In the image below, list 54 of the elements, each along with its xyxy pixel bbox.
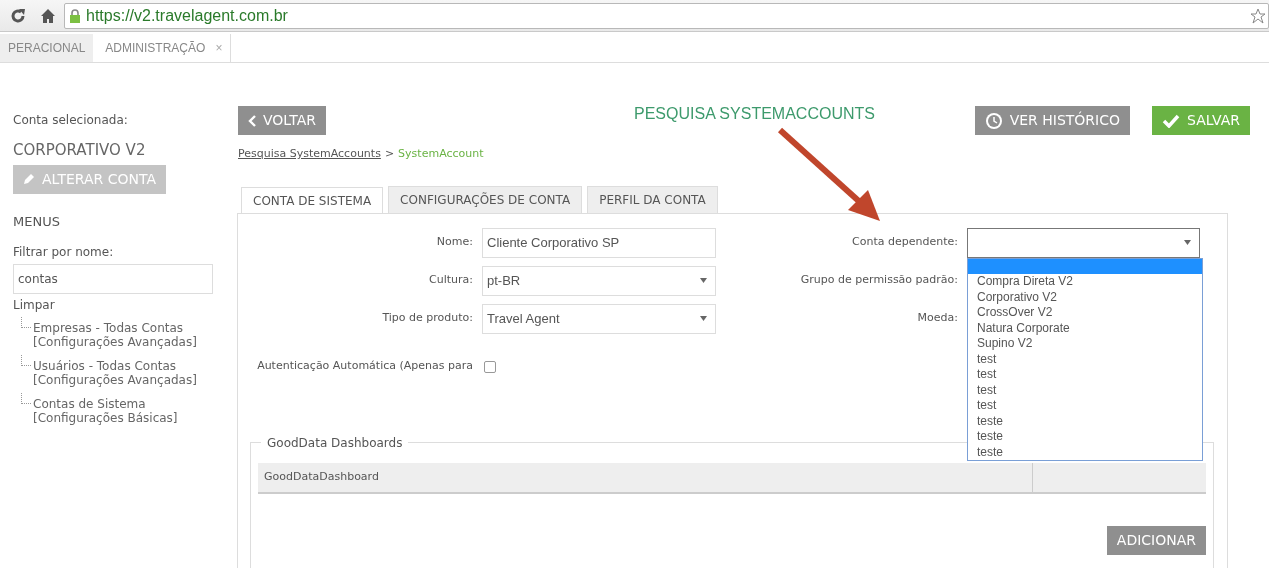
field-label: Nome:: [436, 234, 473, 251]
field-label: Autenticação Automática (Apenas para: [257, 358, 473, 375]
star-icon[interactable]: [1250, 7, 1266, 24]
clock-icon: [984, 111, 1003, 130]
field-label: Grupo de permissão padrão:: [800, 272, 958, 289]
dropdown-option[interactable]: test: [968, 351, 1202, 367]
form-tab[interactable]: CONFIGURAÇÕES DE CONTA: [388, 185, 583, 213]
text-field[interactable]: Cliente Corporativo SP: [482, 227, 716, 258]
dropdown-option[interactable]: teste: [968, 429, 1202, 445]
page-title: PESQUISA SYSTEMACCOUNTS: [634, 104, 875, 124]
check-icon: [1162, 113, 1180, 128]
dropdown-option[interactable]: Natura Corporate: [968, 320, 1202, 336]
field-label: Cultura:: [429, 272, 473, 289]
dropdown-option[interactable]: CrossOver V2: [968, 305, 1202, 321]
tab-label: ADMINISTRAÇÃO: [105, 40, 206, 57]
dropdown-option[interactable]: Compra Direta V2: [968, 274, 1202, 290]
pencil-icon: [23, 173, 35, 185]
reload-icon[interactable]: [10, 7, 26, 24]
select-field[interactable]: pt-BR: [482, 265, 716, 296]
breadcrumb-current: SystemAccount: [398, 146, 484, 162]
dropdown-option[interactable]: teste: [968, 413, 1202, 429]
dropdown-option[interactable]: test: [968, 367, 1202, 383]
section-legend: GoodData Dashboards: [267, 435, 403, 450]
field-label: Conta dependente:: [852, 234, 958, 251]
dropdown-list[interactable]: Compra Direta V2 Corporativo V2 CrossOver V2 Natura Corporate Supino V2 test test test test teste teste teste: [967, 257, 1203, 461]
account-name: CORPORATIVO V2: [13, 140, 147, 161]
filter-label: Filtrar por nome:: [13, 244, 115, 261]
field-label: Moeda:: [917, 310, 958, 327]
caret-icon: [700, 315, 707, 321]
menus-heading: MENUS: [13, 212, 61, 231]
form-tab[interactable]: PERFIL DA CONTA: [587, 185, 718, 213]
dropdown-option[interactable]: test: [968, 398, 1202, 414]
clear-link[interactable]: Limpar: [13, 296, 230, 314]
caret-icon: [700, 277, 707, 283]
dropdown-option[interactable]: test: [968, 382, 1202, 398]
filter-field[interactable]: contas: [13, 264, 213, 294]
account-label: Conta selecionada:: [13, 112, 129, 129]
dropdown-option[interactable]: teste: [968, 444, 1202, 460]
breadcrumb-link[interactable]: Pesquisa SystemAccounts: [238, 146, 381, 163]
url-text: https://v2.travelagent.com.br: [86, 5, 288, 26]
checkbox[interactable]: [484, 360, 496, 373]
dropdown-option[interactable]: Corporativo V2: [968, 289, 1202, 305]
dropdown-option[interactable]: Supino V2: [968, 336, 1202, 352]
form-tab[interactable]: CONTA DE SISTEMA: [241, 186, 384, 214]
caret-icon: [1184, 239, 1191, 245]
field-label: Tipo de produto:: [382, 310, 473, 327]
column-header: GoodDataDashboard: [264, 468, 379, 485]
address-bar[interactable]: https://v2.travelagent.com.br: [64, 2, 1269, 29]
select-field[interactable]: [967, 227, 1200, 258]
home-icon[interactable]: [40, 7, 56, 24]
lock-icon: [69, 8, 81, 23]
chevron-left-icon: [248, 114, 256, 127]
breadcrumb-separator: >: [384, 146, 395, 162]
select-field[interactable]: Travel Agent: [482, 303, 716, 334]
